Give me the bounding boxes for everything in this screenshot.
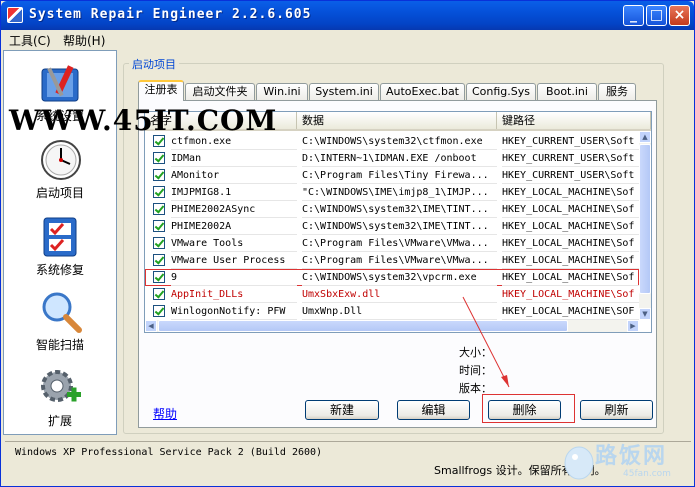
cell-data: C:\WINDOWS\system32\ctfmon.exe <box>302 133 497 150</box>
refresh-button[interactable]: 刷新 <box>580 400 653 420</box>
cell-key-path: HKEY_LOCAL_MACHINE\Sof <box>502 218 639 235</box>
cell-key-path: HKEY_CURRENT_USER\Soft <box>502 133 639 150</box>
cell-name: VMware User Process <box>171 252 297 269</box>
scroll-down-button[interactable]: ▼ <box>639 308 651 320</box>
tab-boot-ini[interactable]: Boot.ini <box>537 83 597 101</box>
edit-button[interactable]: 编辑 <box>397 400 470 420</box>
watermark-text: WWW.45IT.COM <box>9 104 278 137</box>
row-checkbox[interactable] <box>153 305 165 317</box>
list-item[interactable]: PHIME2002ASync C:\WINDOWS\system32\IME\TI… <box>145 201 639 218</box>
row-checkbox[interactable] <box>153 220 165 232</box>
list-item[interactable]: VMware Tools C:\Program Files\VMware\VMwa… <box>145 235 639 252</box>
sidebar-item-smart-scan[interactable]: 智能扫描 <box>4 286 116 358</box>
cell-name: PHIME2002A <box>171 218 297 235</box>
tab-autoexec-bat[interactable]: AutoExec.bat <box>380 83 465 101</box>
app-icon <box>7 7 23 23</box>
cell-key-path: HKEY_CURRENT_USER\Soft <box>502 150 639 167</box>
cell-key-path: HKEY_CURRENT_USER\Soft <box>502 167 639 184</box>
checklist-icon <box>43 217 77 257</box>
list-item[interactable]: PHIME2002A C:\WINDOWS\system32\IME\TINT..… <box>145 218 639 235</box>
sidebar-item-label: 扩展 <box>47 414 72 428</box>
list-item[interactable]: VMware User Process C:\Program Files\VMwa… <box>145 252 639 269</box>
row-checkbox[interactable] <box>153 203 165 215</box>
scroll-thumb[interactable] <box>639 144 651 294</box>
tab-win-ini[interactable]: Win.ini <box>256 83 308 101</box>
cell-data: "C:\WINDOWS\IME\imjp8_1\IMJP... <box>302 184 497 201</box>
cell-key-path: HKEY_LOCAL_MACHINE\Sof <box>502 201 639 218</box>
cell-key-path: HKEY_LOCAL_MACHINE\Sof <box>502 184 639 201</box>
sidebar-item-startup[interactable]: 启动项目 <box>4 134 116 206</box>
gear-plus-icon <box>41 370 81 402</box>
group-title: 启动项目 <box>129 56 179 72</box>
cell-data: C:\Program Files\VMware\VMwa... <box>302 235 497 252</box>
row-checkbox[interactable] <box>153 152 165 164</box>
list-item[interactable]: IMJPMIG8.1 "C:\WINDOWS\IME\imjp8_1\IMJP..… <box>145 184 639 201</box>
new-button[interactable]: 新建 <box>305 400 379 420</box>
tab-services[interactable]: 服务 <box>598 83 636 101</box>
delete-highlight-box <box>482 394 575 423</box>
cell-key-path: HKEY_LOCAL_MACHINE\Sof <box>502 235 639 252</box>
tab-registry[interactable]: 注册表 <box>138 80 184 101</box>
sidebar-item-system-repair[interactable]: 系统修复 <box>4 211 116 283</box>
main-window: System Repair Engineer 2.2.6.605 _ □ × 工… <box>0 0 695 487</box>
cell-name: PHIME2002ASync <box>171 201 297 218</box>
cell-key-path: HKEY_LOCAL_MACHINE\Sof <box>502 252 639 269</box>
cell-data: C:\WINDOWS\system32\IME\TINT... <box>302 201 497 218</box>
row-checkbox[interactable] <box>153 186 165 198</box>
magnifier-icon <box>42 292 82 333</box>
clock-icon <box>41 140 81 180</box>
cell-name: IDMan <box>171 150 297 167</box>
toolbox-icon <box>41 65 79 102</box>
vertical-scrollbar[interactable]: ▲ ▼ <box>639 131 651 320</box>
column-key-path[interactable]: 键路径 <box>497 112 651 129</box>
scroll-up-button[interactable]: ▲ <box>639 131 651 143</box>
row-checkbox[interactable] <box>153 288 165 300</box>
maximize-button[interactable]: □ <box>646 5 667 26</box>
window-title: System Repair Engineer 2.2.6.605 <box>29 7 312 22</box>
menu-bar: 工具(C) 帮助(H) <box>1 30 694 49</box>
row-checkbox[interactable] <box>153 169 165 181</box>
list-item[interactable]: WinlogonNotify: PFW UmxWnp.Dll HKEY_LOCAL_… <box>145 303 639 320</box>
close-button[interactable]: × <box>669 5 690 26</box>
cell-name: 9 <box>171 269 297 286</box>
cell-name: WinlogonNotify: PFW <box>171 303 297 320</box>
site-logo-url: 45fan.com <box>623 469 671 479</box>
tab-system-ini[interactable]: System.ini <box>309 83 379 101</box>
sidebar-item-extensions[interactable]: 扩展 <box>4 362 116 434</box>
sidebar-item-label: 智能扫描 <box>35 338 84 352</box>
startup-list[interactable]: 名字 数据 键路径 ctfmon.exe C:\WINDOWS\system32\… <box>144 111 652 333</box>
cell-name: AMonitor <box>171 167 297 184</box>
menu-tools[interactable]: 工具(C) <box>9 32 51 49</box>
cell-data: C:\WINDOWS\system32\IME\TINT... <box>302 218 497 235</box>
minimize-button[interactable]: _ <box>623 5 644 26</box>
sidebar-item-label: 系统修复 <box>35 263 84 277</box>
row-checkbox[interactable] <box>153 254 165 266</box>
list-item[interactable]: IDMan D:\INTERN~1\IDMAN.EXE /onboot HKEY_C… <box>145 150 639 167</box>
cell-name: AppInit_DLLs <box>171 286 297 303</box>
cell-name: VMware Tools <box>171 235 297 252</box>
scroll-right-button[interactable]: ▶ <box>627 320 639 332</box>
scroll-left-button[interactable]: ◀ <box>145 320 157 332</box>
cell-data: C:\Program Files\VMware\VMwa... <box>302 252 497 269</box>
cell-data: C:\Program Files\Tiny Firewa... <box>302 167 497 184</box>
menu-help[interactable]: 帮助(H) <box>63 32 105 49</box>
sidebar-item-label: 启动项目 <box>35 186 84 200</box>
title-bar[interactable]: System Repair Engineer 2.2.6.605 _ □ × <box>1 1 694 30</box>
list-item[interactable]: AMonitor C:\Program Files\Tiny Firewa... H… <box>145 167 639 184</box>
os-status-text: Windows XP Professional Service Pack 2 (… <box>15 447 323 458</box>
cell-data: D:\INTERN~1\IDMAN.EXE /onboot <box>302 150 497 167</box>
site-logo-name: 路饭网 <box>595 444 668 469</box>
list-item[interactable]: AppInit_DLLs UmxSbxExw.dll HKEY_LOCAL_MACH… <box>145 286 639 303</box>
cell-name: IMJPMIG8.1 <box>171 184 297 201</box>
column-data[interactable]: 数据 <box>297 112 497 129</box>
help-link[interactable]: 帮助 <box>153 405 177 422</box>
row-checkbox[interactable] <box>153 271 165 283</box>
tab-config-sys[interactable]: Config.Sys <box>466 83 536 101</box>
tab-startup-folder[interactable]: 启动文件夹 <box>185 83 255 101</box>
horizontal-scrollbar[interactable]: ◀ ▶ <box>145 320 639 332</box>
list-item[interactable]: 9 C:\WINDOWS\system32\vpcrm.exe HKEY_LOCAL… <box>145 269 639 286</box>
annotation-arrow <box>462 296 510 388</box>
row-checkbox[interactable] <box>153 237 165 249</box>
